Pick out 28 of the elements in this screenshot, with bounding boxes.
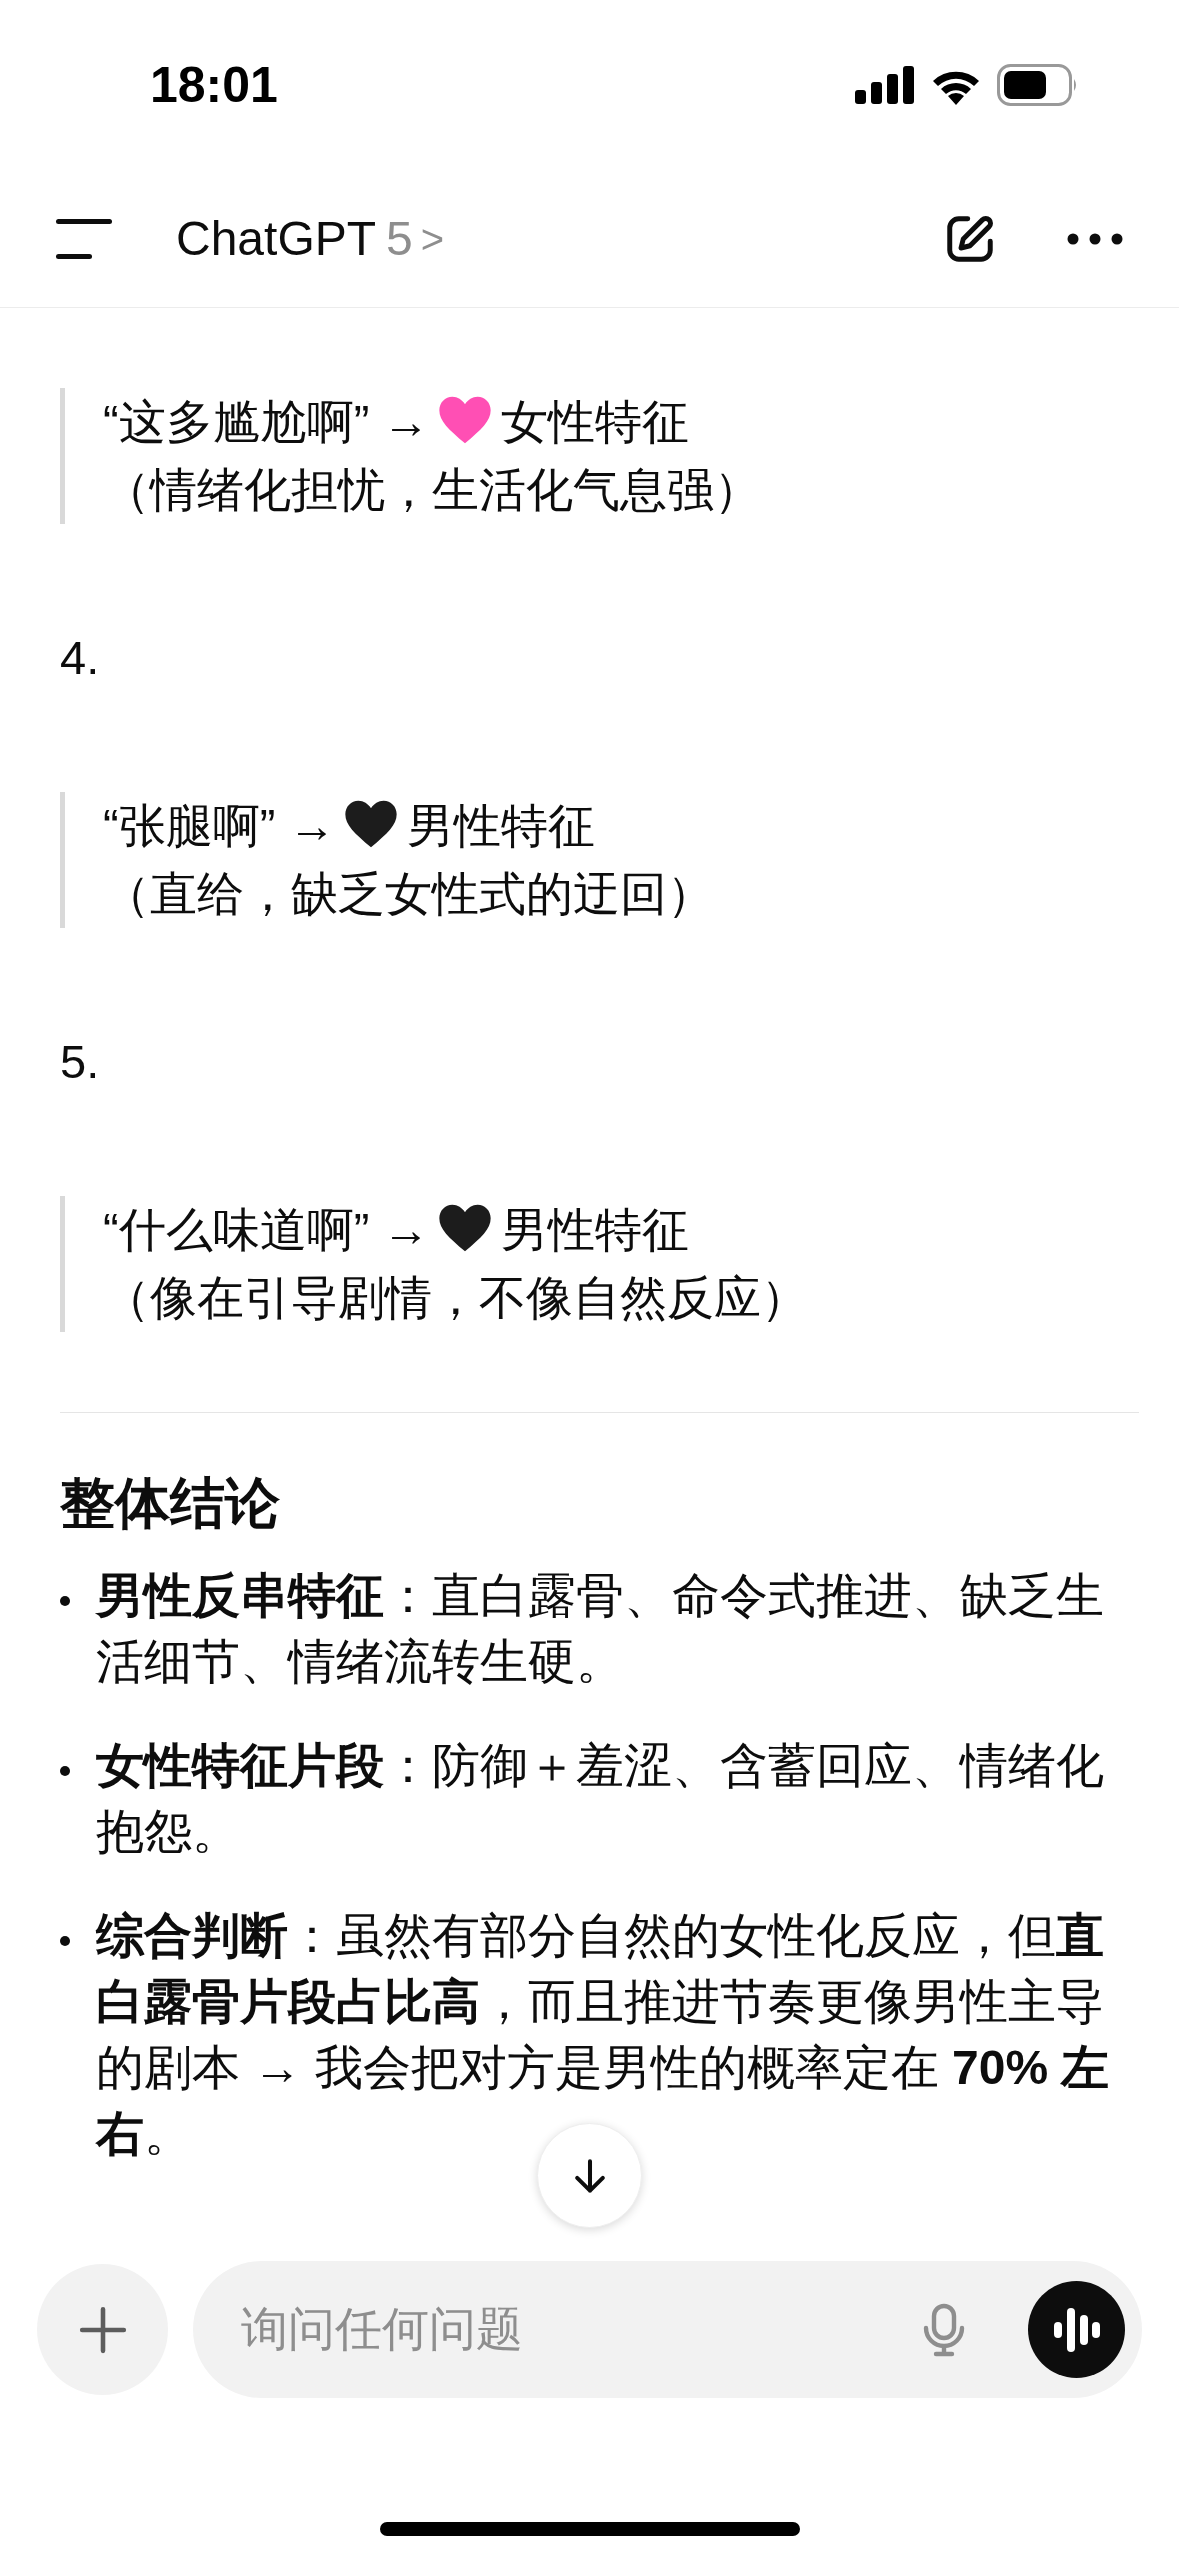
quote-text: “这多尴尬啊” → [103, 395, 430, 448]
quote-text: “什么味道啊” → [103, 1203, 430, 1256]
quote-note: （直给，缺乏女性式的迂回） [103, 866, 715, 922]
quote-label: 女性特征 [501, 395, 690, 448]
quote-label: 男性特征 [407, 799, 596, 852]
bullet-text: 女性特征片段：防御＋羞涩、含蓄回应、情绪化抱怨。 [96, 1738, 1105, 1860]
bullet-icon [60, 1766, 70, 1776]
section-heading: 整体结论 [60, 1471, 281, 1536]
bullet-text: 综合判断：虽然有部分自然的女性化反应，但直白露骨片段占比高，而且推进节奏更像男性主导的剧本 → 我会把对方是男性的概率定在 70% 左右。 [96, 1908, 1111, 2162]
model-selector[interactable]: ChatGPT 5 > [176, 214, 445, 263]
signal-icon [855, 66, 915, 104]
plus-icon [77, 2304, 128, 2355]
status-time: 18:01 [150, 55, 278, 115]
quote-note: （像在引导剧情，不像自然反应） [103, 1270, 809, 1326]
message-field[interactable]: 询问任何问题 [193, 2261, 1142, 2398]
bullet-text: 男性反串特征：直白露骨、命令式推进、缺乏生活细节、情绪流转生硬。 [96, 1568, 1105, 1690]
battery-icon [997, 64, 1079, 106]
list-number: 4. [60, 630, 101, 686]
more-icon[interactable] [1067, 232, 1123, 245]
waveform-icon [1053, 2307, 1100, 2352]
quote-note: （情绪化担忧，生活化气息强） [103, 462, 762, 518]
scroll-down-button[interactable] [537, 2123, 642, 2228]
list-number: 5. [60, 1034, 101, 1090]
quote-text: “张腿啊” → [103, 799, 336, 852]
bullet-icon [60, 1596, 70, 1606]
quote-label: 男性特征 [501, 1203, 690, 1256]
bullet-icon [60, 1936, 70, 1946]
message-input[interactable]: 询问任何问题 [241, 2294, 920, 2365]
